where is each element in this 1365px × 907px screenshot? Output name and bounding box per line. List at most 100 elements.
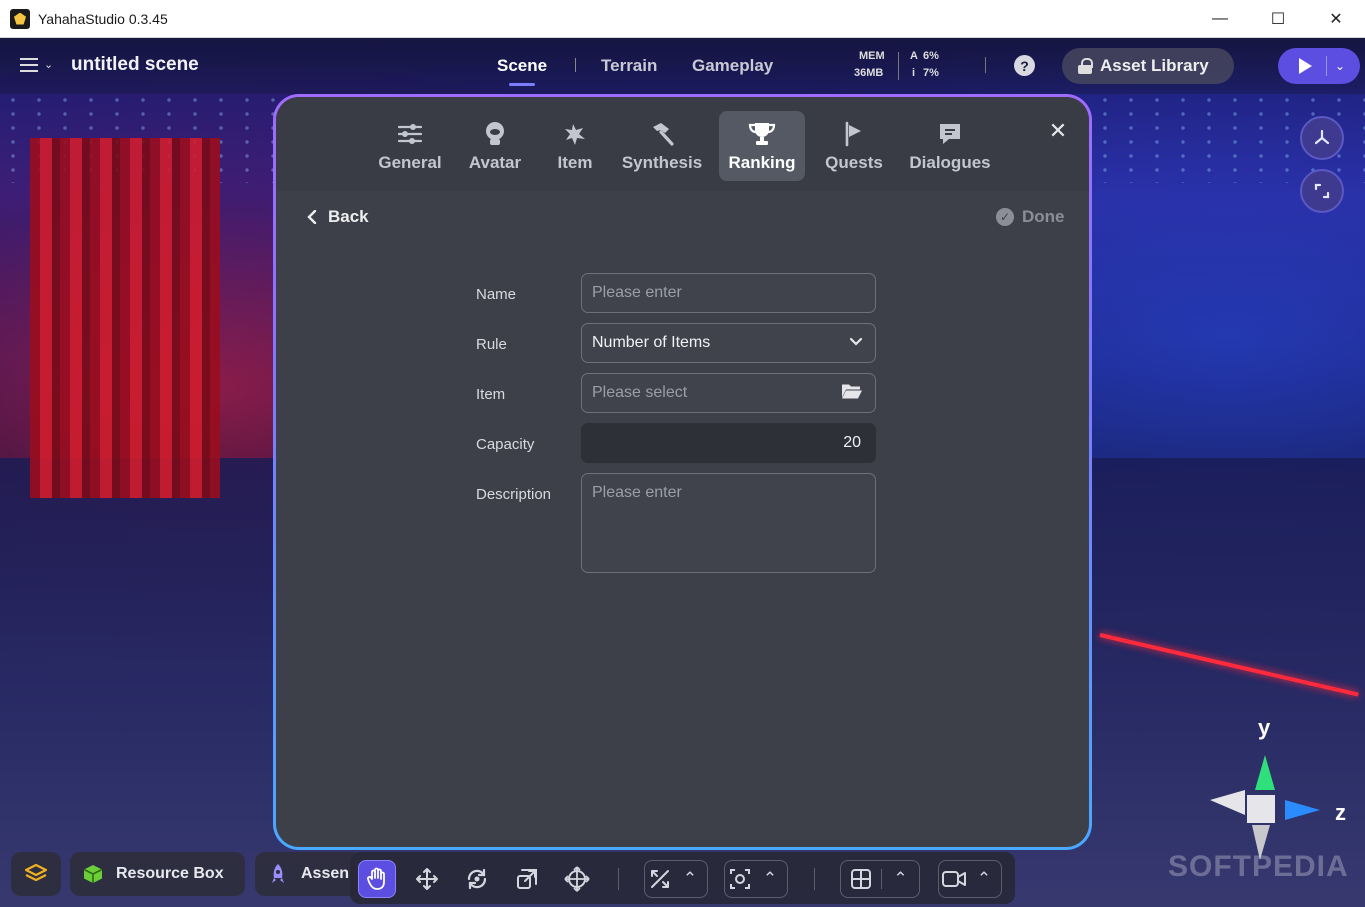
perf-i-label: i [912, 67, 916, 79]
hand-icon [367, 867, 385, 890]
focus-view-button[interactable] [1300, 169, 1344, 213]
focus-tool-group[interactable]: ⌃ [724, 860, 788, 898]
dialog-body: General Avatar Item Synthesis Ranking Qu… [276, 97, 1089, 847]
menu-chevron-down-icon[interactable]: ⌄ [44, 58, 53, 71]
toolbar-separator [814, 868, 815, 890]
scale-tool-button[interactable] [508, 860, 546, 898]
play-icon [1299, 58, 1312, 74]
rule-select-value: Number of Items [592, 334, 711, 351]
item-select[interactable]: Please select [581, 373, 876, 413]
target-icon [725, 868, 755, 890]
tab-dialogues[interactable]: Dialogues [902, 111, 998, 181]
capacity-label: Capacity [476, 436, 535, 453]
y-axis-cone[interactable] [1255, 755, 1275, 790]
play-options-chevron-icon[interactable]: ⌄ [1335, 59, 1345, 73]
mem-label: MEM [859, 50, 885, 62]
sliders-icon [397, 121, 423, 147]
assets-button[interactable]: Assen [255, 852, 355, 896]
chevron-down-icon [849, 334, 863, 352]
tab-terrain[interactable]: Terrain [601, 56, 657, 76]
hamburger-menu-icon[interactable] [20, 58, 38, 72]
perf-separator [898, 52, 899, 80]
done-label: Done [1022, 207, 1065, 226]
back-button[interactable]: Back [306, 207, 369, 227]
move-icon [416, 868, 438, 890]
perf-a-value: 6% [923, 50, 939, 62]
play-separator [1326, 56, 1327, 76]
scene-name[interactable]: untitled scene [71, 54, 199, 76]
tab-ranking[interactable]: Ranking [719, 111, 805, 181]
app-logo-icon [10, 8, 30, 29]
capacity-input[interactable]: 20 [581, 423, 876, 463]
close-window-button[interactable]: ✕ [1307, 0, 1365, 38]
tab-ranking-label: Ranking [728, 153, 796, 172]
maximize-button[interactable]: ☐ [1249, 0, 1307, 38]
flag-icon [843, 121, 865, 147]
description-label: Description [476, 486, 552, 503]
tab-synthesis[interactable]: Synthesis [614, 111, 710, 181]
grid-icon [841, 868, 881, 890]
tab-item[interactable]: Item [544, 111, 606, 181]
x-axis-cone-neg[interactable] [1210, 790, 1245, 815]
tab-scene[interactable]: Scene [497, 56, 547, 76]
asset-library-label: Asset Library [1100, 56, 1209, 75]
tab-dialogues-label: Dialogues [909, 153, 991, 172]
layers-button[interactable] [11, 852, 61, 896]
dialog-tab-bar: General Avatar Item Synthesis Ranking Qu… [276, 97, 1089, 191]
tab-avatar-label: Avatar [468, 153, 522, 172]
description-textarea[interactable]: Please enter [581, 473, 876, 573]
cube-icon [83, 865, 103, 883]
camera-tool-group[interactable]: ⌃ [938, 860, 1002, 898]
asset-library-button[interactable]: Asset Library [1062, 48, 1234, 84]
done-button[interactable]: ✓ Done [996, 207, 1065, 227]
active-tab-indicator [509, 83, 535, 86]
move-tool-button[interactable] [408, 860, 446, 898]
item-select-placeholder: Please select [592, 384, 688, 401]
hand-tool-button[interactable] [358, 860, 396, 898]
tab-avatar[interactable]: Avatar [460, 111, 530, 181]
resource-box-button[interactable]: Resource Box [70, 852, 245, 896]
item-label: Item [476, 386, 506, 403]
window-titlebar: YahahaStudio 0.3.45 — ☐ ✕ [0, 0, 1365, 38]
avatar-icon [483, 121, 507, 147]
play-button[interactable]: ⌄ [1278, 48, 1360, 84]
hammer-icon [649, 121, 675, 147]
z-axis-cone[interactable] [1285, 800, 1320, 820]
axis-gizmo[interactable]: y z [1200, 710, 1360, 870]
rotate-icon [467, 868, 487, 890]
chevron-up-icon[interactable]: ⌃ [755, 869, 785, 889]
chat-icon [937, 121, 963, 147]
rotate-tool-button[interactable] [458, 860, 496, 898]
tab-quests[interactable]: Quests [816, 111, 892, 181]
mem-value: 36MB [854, 67, 884, 79]
scale-icon [517, 869, 537, 889]
ranking-dialog: General Avatar Item Synthesis Ranking Qu… [273, 94, 1092, 850]
gizmo-center-cube[interactable] [1247, 795, 1275, 823]
transform-icon [564, 866, 590, 892]
softpedia-watermark: SOFTPEDIA [1168, 850, 1349, 883]
tab-general[interactable]: General [370, 111, 450, 181]
close-dialog-icon[interactable]: ✕ [1046, 118, 1070, 143]
name-input[interactable]: Please enter [581, 273, 876, 313]
minimize-button[interactable]: — [1191, 0, 1249, 38]
chevron-up-icon[interactable]: ⌃ [675, 869, 705, 889]
chevron-left-icon [307, 210, 317, 224]
lock-icon [1078, 58, 1093, 74]
back-label: Back [328, 207, 369, 226]
z-axis-label: z [1335, 800, 1346, 825]
rule-label: Rule [476, 336, 507, 353]
tab-gameplay[interactable]: Gameplay [692, 56, 773, 76]
folder-open-icon[interactable] [841, 382, 863, 405]
layers-icon [24, 863, 48, 882]
help-icon[interactable]: ? [1014, 55, 1035, 76]
toolbar-separator [618, 868, 619, 890]
y-axis-label: y [1258, 715, 1271, 740]
snap-icon [645, 868, 675, 890]
grid-tool-group[interactable]: ⌃ [840, 860, 920, 898]
view-axes-button[interactable] [1300, 116, 1344, 160]
chevron-up-icon[interactable]: ⌃ [969, 869, 999, 889]
transform-tool-button[interactable] [558, 860, 596, 898]
chevron-up-icon[interactable]: ⌃ [881, 869, 919, 889]
rule-select[interactable]: Number of Items [581, 323, 876, 363]
snap-tool-group[interactable]: ⌃ [644, 860, 708, 898]
